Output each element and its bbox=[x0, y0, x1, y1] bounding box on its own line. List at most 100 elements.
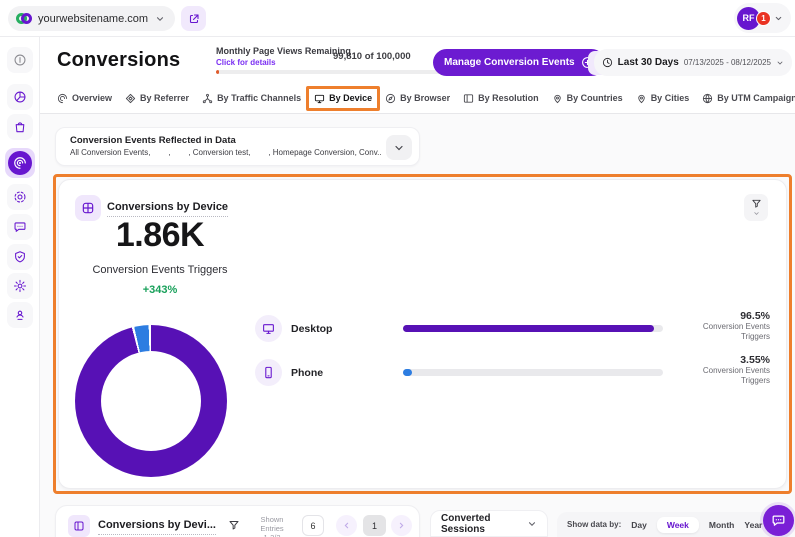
traffic-channels-icon bbox=[202, 93, 213, 104]
device-row-label: Phone bbox=[291, 367, 323, 379]
tab-by-browser[interactable]: By Browser bbox=[385, 93, 450, 104]
period-option-year[interactable]: Year bbox=[744, 520, 762, 530]
app-root: yourwebsitename.com RF 1 Conversions Mon… bbox=[0, 0, 795, 537]
donut-chart bbox=[75, 325, 227, 477]
tab-by-utm-campaign[interactable]: By UTM Campaign bbox=[702, 93, 795, 104]
resolution-icon bbox=[463, 93, 474, 104]
sidebar-item-conversions-active[interactable] bbox=[5, 148, 35, 178]
device-table-card: Conversions by Devi... Shown Entries 1-2… bbox=[55, 505, 420, 537]
chevron-down-icon bbox=[776, 59, 784, 67]
tab-by-cities[interactable]: By Cities bbox=[636, 93, 690, 104]
chevron-down-icon bbox=[155, 14, 165, 24]
chevron-down-icon bbox=[753, 210, 760, 217]
tab-overview[interactable]: Overview bbox=[57, 93, 112, 104]
period-option-day[interactable]: Day bbox=[631, 520, 647, 530]
quota-label: Monthly Page Views Remaining bbox=[216, 46, 351, 56]
metric-select[interactable]: Converted Sessions bbox=[430, 510, 548, 537]
manage-conversion-events-button[interactable]: Manage Conversion Events bbox=[433, 49, 605, 76]
sidebar-item-dashboard[interactable] bbox=[7, 84, 33, 110]
card-filter-button[interactable] bbox=[744, 194, 768, 221]
gear-icon bbox=[13, 279, 27, 293]
manage-button-label: Manage Conversion Events bbox=[444, 57, 575, 68]
chat-bubble-icon bbox=[771, 513, 786, 528]
period-option-month[interactable]: Month bbox=[709, 520, 735, 530]
globe-icon bbox=[702, 93, 713, 104]
grid-widget-icon bbox=[81, 201, 95, 215]
total-conversions: 1.86K bbox=[65, 216, 255, 255]
browser-icon bbox=[385, 93, 396, 104]
date-range-value: 07/13/2025 - 08/12/2025 bbox=[684, 58, 771, 67]
user-menu[interactable]: RF 1 bbox=[734, 3, 791, 33]
phone-stats: 3.55% Conversion Events Triggers bbox=[660, 354, 770, 386]
sidebar-item-ecommerce[interactable] bbox=[7, 114, 33, 140]
filter-funnel-icon bbox=[228, 519, 240, 531]
pagination-next-button[interactable] bbox=[391, 515, 412, 536]
external-link-icon bbox=[188, 13, 200, 25]
device-row-label: Desktop bbox=[291, 323, 332, 335]
sidebar-item-settings[interactable] bbox=[7, 273, 33, 299]
desktop-icon bbox=[262, 322, 275, 335]
desktop-stats: 96.5% Conversion Events Triggers bbox=[660, 310, 770, 342]
map-pin-icon bbox=[636, 93, 647, 104]
entries-range: 1-2/2 bbox=[248, 533, 296, 537]
chevron-left-icon bbox=[342, 521, 351, 530]
pagination-prev-button[interactable] bbox=[336, 515, 357, 536]
tab-by-traffic-channels[interactable]: By Traffic Channels bbox=[202, 93, 301, 104]
overview-icon bbox=[57, 93, 68, 104]
annotation-highlight-card: Conversions by Device 1.86K Conversion E… bbox=[53, 174, 792, 494]
topbar: yourwebsitename.com RF 1 bbox=[0, 0, 795, 37]
tab-label: Overview bbox=[72, 93, 112, 103]
page-title: Conversions bbox=[57, 49, 180, 72]
period-option-week[interactable]: Week bbox=[657, 517, 699, 533]
page-size-select[interactable]: 6 bbox=[302, 515, 324, 536]
tab-by-resolution[interactable]: By Resolution bbox=[463, 93, 539, 104]
filter-funnel-icon bbox=[751, 198, 762, 209]
device-bar-fill bbox=[403, 369, 412, 376]
date-range-picker[interactable]: Last 30 Days 07/13/2025 - 08/12/2025 bbox=[594, 49, 792, 76]
desktop-bar-track bbox=[403, 325, 663, 332]
chat-widget-button[interactable] bbox=[763, 505, 794, 536]
period-label: Last 30 Days bbox=[618, 57, 679, 68]
events-bar-expand-button[interactable] bbox=[386, 135, 412, 160]
sidebar-item-visitors[interactable] bbox=[7, 302, 33, 328]
open-site-button[interactable] bbox=[181, 6, 206, 31]
shown-entries-label: Shown Entries bbox=[248, 515, 296, 533]
show-data-by-panel: Show data by: Day Week Month Year bbox=[557, 512, 790, 537]
clock-icon bbox=[602, 57, 613, 68]
tab-by-countries[interactable]: By Countries bbox=[552, 93, 623, 104]
sidebar-collapse-button[interactable] bbox=[7, 47, 33, 73]
conversions-swirl-icon bbox=[13, 156, 27, 170]
target-user-icon bbox=[13, 190, 27, 204]
table-card-icon bbox=[68, 515, 90, 537]
tab-by-referrer[interactable]: By Referrer bbox=[125, 93, 189, 104]
sidebar-item-privacy[interactable] bbox=[7, 244, 33, 270]
table-filter-button[interactable] bbox=[228, 519, 240, 531]
quota-details-link[interactable]: Click for details bbox=[216, 58, 276, 67]
sidebar-item-retention[interactable] bbox=[7, 184, 33, 210]
sidebar bbox=[0, 37, 40, 537]
device-sub-label: Conversion Events bbox=[660, 322, 770, 332]
device-percentage: 96.5% bbox=[660, 310, 770, 322]
shield-check-icon bbox=[13, 250, 27, 264]
tab-label: By Countries bbox=[567, 93, 623, 103]
referrer-icon bbox=[125, 93, 136, 104]
tab-label: By Cities bbox=[651, 93, 690, 103]
tab-label: By Referrer bbox=[140, 93, 189, 103]
chevron-right-icon bbox=[397, 521, 406, 530]
site-selector[interactable]: yourwebsitename.com bbox=[8, 6, 175, 31]
tab-label: By Browser bbox=[400, 93, 450, 103]
tab-label: By Device bbox=[329, 93, 372, 103]
notification-badge: 1 bbox=[756, 11, 771, 26]
device-percentage: 3.55% bbox=[660, 354, 770, 366]
phone-row-icon bbox=[255, 359, 282, 386]
sidebar-item-feedback[interactable] bbox=[7, 214, 33, 240]
shown-entries: Shown Entries 1-2/2 bbox=[248, 515, 296, 537]
chevron-down-icon bbox=[393, 142, 405, 154]
pagination-current-page[interactable]: 1 bbox=[363, 515, 386, 536]
conversions-by-device-card: Conversions by Device 1.86K Conversion E… bbox=[58, 179, 787, 489]
tab-label: By Traffic Channels bbox=[217, 93, 301, 103]
site-logo-icon bbox=[16, 13, 31, 25]
chevron-down-icon bbox=[774, 14, 783, 23]
quota-value: 99,810 of 100,000 bbox=[333, 51, 411, 62]
tab-by-device[interactable]: By Device bbox=[314, 93, 372, 104]
